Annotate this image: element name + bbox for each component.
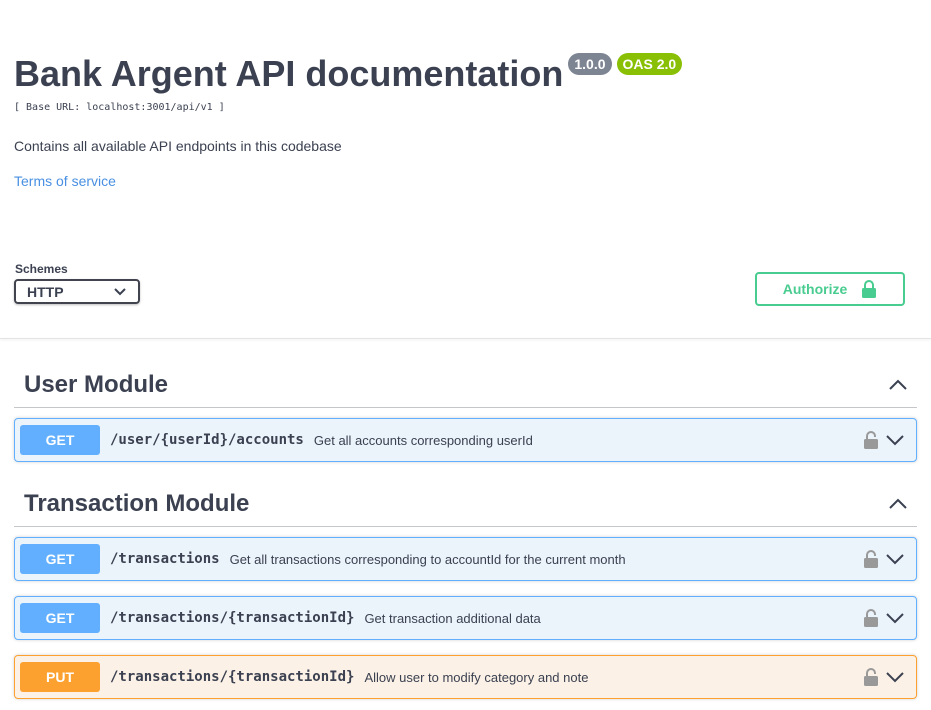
chevron-down-icon[interactable] [886,671,904,683]
module-user: User Module [14,362,917,408]
lock-icon[interactable] [864,431,878,449]
api-info: Bank Argent API documentation 1.0.0 OAS … [14,48,914,191]
lock-icon[interactable] [864,609,878,627]
method-badge: GET [20,603,100,633]
module-title: User Module [24,370,169,398]
section-divider [0,338,931,339]
operation-get-transactions[interactable]: GET /transactions Get all transactions c… [14,537,917,581]
operation-get-transaction-by-id[interactable]: GET /transactions/{transactionId} Get tr… [14,596,917,640]
module-header-user[interactable]: User Module [14,362,917,408]
chevron-down-icon[interactable] [886,434,904,446]
chevron-down-icon[interactable] [886,612,904,624]
operation-summary: Get all transactions corresponding to ac… [229,551,626,567]
api-description: Contains all available API endpoints in … [14,138,342,154]
operation-summary: Get transaction additional data [364,610,541,626]
module-transaction: Transaction Module [14,481,917,527]
chevron-up-icon[interactable] [889,498,907,510]
method-badge: PUT [20,662,100,692]
authorize-button[interactable]: Authorize [755,272,905,306]
lock-icon [862,280,877,298]
schemes-selected-value: HTTP [27,283,64,300]
operation-path: /user/{userId}/accounts [110,432,304,448]
chevron-up-icon[interactable] [889,379,907,391]
operation-summary: Allow user to modify category and note [364,669,589,685]
page-title: Bank Argent API documentation [14,53,564,94]
schemes-select[interactable]: HTTP [14,279,140,304]
operation-get-user-accounts[interactable]: GET /user/{userId}/accounts Get all acco… [14,418,917,462]
chevron-down-icon [114,287,126,295]
module-header-transaction[interactable]: Transaction Module [14,481,917,527]
method-badge: GET [20,425,100,455]
schemes-label: Schemes [15,262,68,276]
authorize-label: Authorize [782,281,848,297]
lock-icon[interactable] [864,550,878,568]
operation-summary: Get all accounts corresponding userId [313,432,533,448]
module-title: Transaction Module [24,489,250,517]
version-badge: 1.0.0 [568,53,612,75]
operation-path: /transactions/{transactionId} [110,669,355,685]
terms-of-service-link[interactable]: Terms of service [14,173,116,189]
operation-path: /transactions [110,551,220,567]
oas-badge: OAS 2.0 [616,53,683,75]
chevron-down-icon[interactable] [886,553,904,565]
base-url: [ Base URL: localhost:3001/api/v1 ] [14,102,225,113]
lock-icon[interactable] [864,668,878,686]
operation-put-transaction[interactable]: PUT /transactions/{transactionId} Allow … [14,655,917,699]
operation-path: /transactions/{transactionId} [110,610,355,626]
method-badge: GET [20,544,100,574]
